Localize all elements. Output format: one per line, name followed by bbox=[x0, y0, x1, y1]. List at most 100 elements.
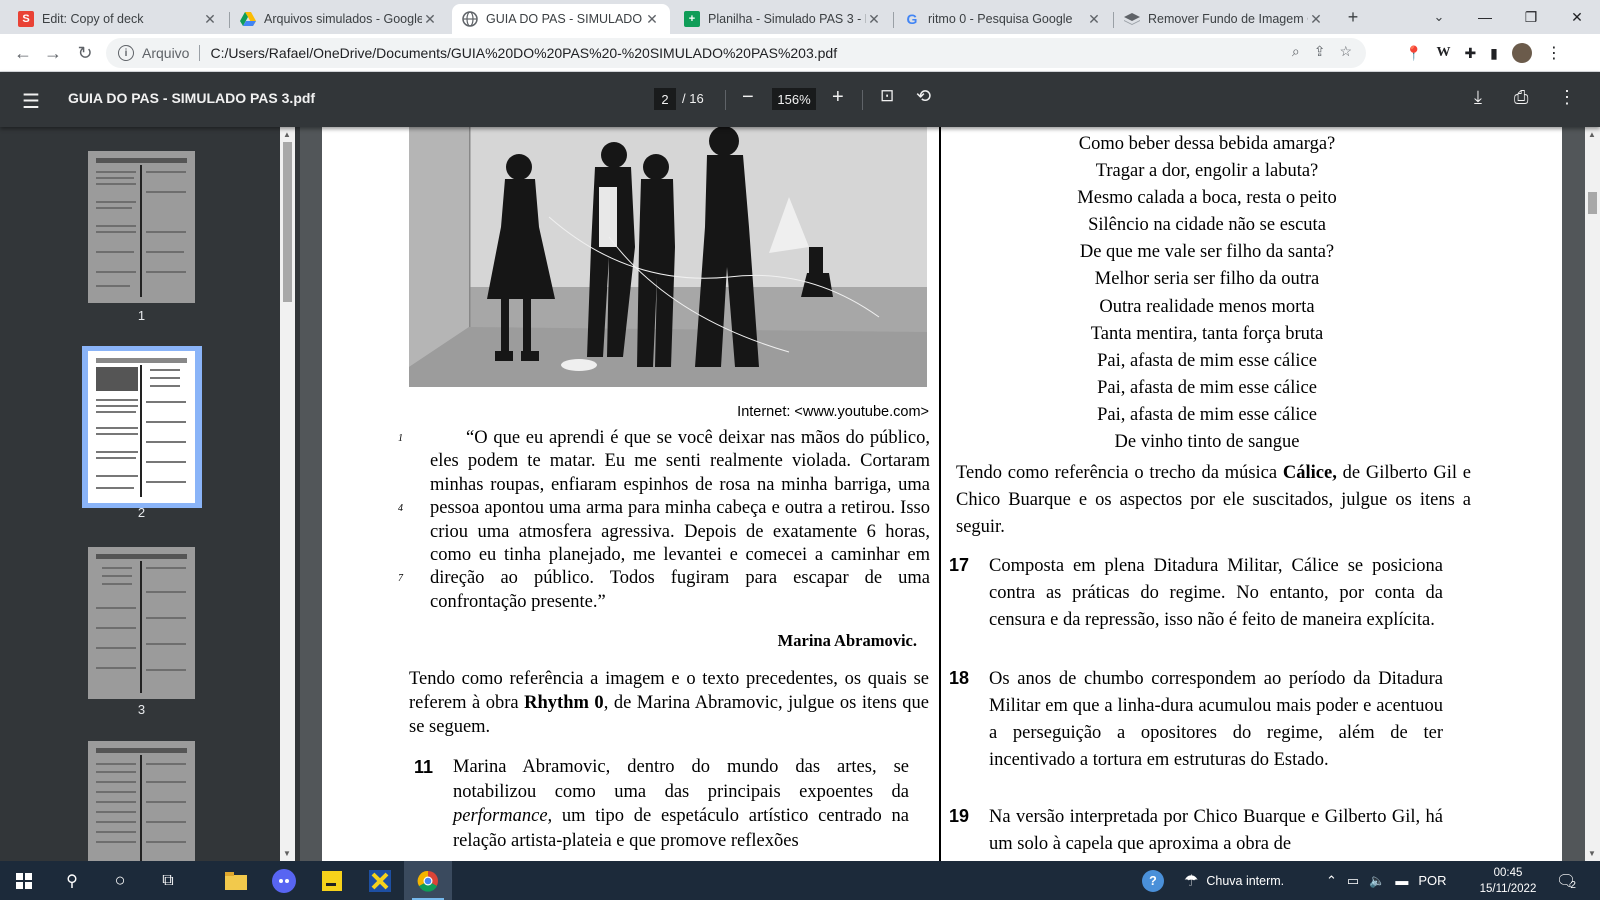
scroll-down-arrow-icon[interactable]: ▼ bbox=[283, 849, 291, 858]
window-close-button[interactable]: ✕ bbox=[1554, 0, 1600, 34]
sticky-notes-icon[interactable] bbox=[308, 861, 356, 900]
close-icon[interactable]: ✕ bbox=[866, 11, 882, 28]
more-options-icon[interactable]: ⋮ bbox=[1558, 87, 1576, 108]
close-icon[interactable]: ✕ bbox=[1086, 11, 1102, 28]
side-panel-icon[interactable]: ▮ bbox=[1490, 45, 1498, 62]
thumbnail-divider bbox=[140, 365, 142, 497]
pdf-toolbar: ☰ GUIA DO PAS - SIMULADO PAS 3.pdf 2 / 1… bbox=[0, 72, 1600, 127]
tab-google-search[interactable]: G ritmo 0 - Pesquisa Google ✕ bbox=[894, 4, 1112, 34]
chrome-taskbar-icon[interactable] bbox=[404, 861, 452, 900]
share-icon[interactable]: ⇪ bbox=[1314, 43, 1326, 60]
page-thumbnail-3[interactable] bbox=[88, 547, 195, 699]
lyric-line: Pai, afasta de mim esse cálice bbox=[1097, 377, 1317, 398]
discord-icon[interactable] bbox=[260, 861, 308, 900]
page-thumbnail-1[interactable] bbox=[88, 151, 195, 303]
url-text[interactable]: C:/Users/Rafael/OneDrive/Documents/GUIA%… bbox=[210, 45, 837, 61]
wikipedia-extension-icon[interactable]: W bbox=[1436, 45, 1450, 61]
thumbnail-header bbox=[96, 748, 187, 753]
thumbnail-label: 2 bbox=[137, 505, 146, 520]
hamburger-menu-icon[interactable]: ☰ bbox=[22, 89, 40, 114]
document-scroll-thumb[interactable] bbox=[1588, 192, 1597, 214]
document-title: GUIA DO PAS - SIMULADO PAS 3.pdf bbox=[68, 90, 316, 106]
extensions-puzzle-icon[interactable]: ✚ bbox=[1464, 45, 1476, 62]
bank-app-icon[interactable] bbox=[356, 861, 404, 900]
download-icon[interactable]: ⤓ bbox=[1474, 87, 1482, 108]
page-number-input[interactable]: 2 bbox=[654, 88, 676, 110]
tab-slides[interactable]: S Edit: Copy of deck ✕ bbox=[8, 4, 228, 34]
thumbnail-label: 3 bbox=[137, 702, 146, 717]
sidebar-scrollbar[interactable]: ▲ ▼ bbox=[280, 127, 295, 861]
chrome-menu-icon[interactable]: ⋮ bbox=[1546, 43, 1562, 63]
scroll-up-arrow-icon[interactable]: ▲ bbox=[283, 130, 291, 139]
omnibox-divider bbox=[199, 45, 201, 61]
lyric-line: Silêncio na cidade não se escuta bbox=[1088, 215, 1326, 236]
close-icon[interactable]: ✕ bbox=[1308, 11, 1324, 28]
volume-icon[interactable]: 🔈 bbox=[1369, 873, 1385, 889]
tab-removebg[interactable]: Remover Fundo de Imagem C ✕ bbox=[1114, 4, 1334, 34]
tab-search-button[interactable]: ⌄ bbox=[1426, 4, 1452, 30]
item-number: 17 bbox=[949, 555, 970, 575]
reload-button[interactable]: ↻ bbox=[72, 41, 98, 65]
extension-pin-icon[interactable]: 📍 bbox=[1405, 45, 1422, 62]
zoom-icon[interactable]: ⌕ bbox=[1292, 43, 1300, 60]
search-icon[interactable]: ⚲ bbox=[48, 861, 96, 900]
task-view-icon[interactable]: ⧉ bbox=[144, 861, 192, 900]
close-icon[interactable]: ✕ bbox=[202, 11, 218, 28]
windows-start-icon[interactable] bbox=[0, 861, 48, 900]
removebg-icon bbox=[1124, 11, 1140, 27]
tab-planilha[interactable]: + Planilha - Simulado PAS 3 - P ✕ bbox=[674, 4, 892, 34]
tab-title: ritmo 0 - Pesquisa Google bbox=[928, 12, 1073, 26]
tab-drive[interactable]: Arquivos simulados - Google ✕ bbox=[230, 4, 448, 34]
weather-text[interactable]: Chuva interm. bbox=[1206, 874, 1284, 888]
fit-page-icon[interactable]: ⊡ bbox=[880, 86, 894, 106]
new-tab-button[interactable]: + bbox=[1340, 4, 1366, 30]
item-italic-term: performance, bbox=[453, 806, 553, 826]
zoom-out-button[interactable]: − bbox=[742, 86, 754, 109]
globe-icon bbox=[462, 11, 478, 27]
page-total: / 16 bbox=[682, 91, 704, 106]
weather-rain-icon[interactable]: ☂ bbox=[1184, 871, 1198, 891]
language-indicator[interactable]: POR bbox=[1418, 873, 1446, 888]
tab-guia-pas[interactable]: GUIA DO PAS - SIMULADO PA ✕ bbox=[452, 4, 670, 34]
address-bar[interactable]: i Arquivo C:/Users/Rafael/OneDrive/Docum… bbox=[106, 38, 1366, 68]
close-icon[interactable]: ✕ bbox=[644, 11, 660, 28]
toolbar-divider bbox=[725, 90, 726, 110]
minimize-button[interactable]: — bbox=[1462, 0, 1508, 34]
system-clock[interactable]: 00:45 15/11/2022 bbox=[1476, 865, 1540, 897]
quote-author: Marina Abramovic. bbox=[777, 631, 917, 650]
restore-button[interactable]: ❐ bbox=[1508, 0, 1554, 34]
slides-icon: S bbox=[18, 11, 34, 27]
rotate-icon[interactable]: ⟲ bbox=[916, 86, 931, 107]
back-button[interactable]: ← bbox=[10, 41, 36, 65]
tab-title: GUIA DO PAS - SIMULADO PA bbox=[486, 12, 644, 26]
google-icon: G bbox=[906, 11, 918, 27]
help-icon[interactable]: ? bbox=[1142, 869, 1164, 892]
lyric-line: De que me vale ser filho da santa? bbox=[1079, 242, 1335, 263]
profile-avatar[interactable] bbox=[1511, 43, 1532, 63]
right-context-paragraph: Tendo como referência o trecho da música… bbox=[956, 460, 1471, 541]
forward-button[interactable]: → bbox=[40, 41, 66, 65]
battery-icon[interactable]: ▬ bbox=[1395, 873, 1408, 888]
thumbnail-divider bbox=[140, 561, 142, 693]
lyric-line: Pai, afasta de mim esse cálice bbox=[1097, 404, 1317, 425]
zoom-input[interactable]: 156% bbox=[772, 88, 816, 110]
scroll-down-arrow-icon[interactable]: ▼ bbox=[1588, 849, 1596, 858]
item-number: 18 bbox=[949, 668, 970, 688]
page-thumbnail-2[interactable] bbox=[88, 351, 195, 503]
lyric-line: Outra realidade menos morta bbox=[1099, 296, 1315, 317]
bookmark-star-icon[interactable]: ☆ bbox=[1339, 43, 1352, 60]
line-number: 7 bbox=[398, 573, 403, 584]
file-explorer-icon[interactable] bbox=[212, 861, 260, 900]
tray-expand-icon[interactable]: ⌃ bbox=[1326, 873, 1337, 889]
sidebar-scroll-thumb[interactable] bbox=[283, 142, 292, 302]
cortana-icon[interactable]: ○ bbox=[96, 861, 144, 900]
work-title: Rhythm 0 bbox=[524, 693, 604, 713]
network-icon[interactable]: ▭ bbox=[1347, 873, 1359, 889]
document-scrollbar[interactable]: ▲ ▼ bbox=[1585, 127, 1600, 861]
scroll-up-arrow-icon[interactable]: ▲ bbox=[1588, 130, 1596, 139]
close-icon[interactable]: ✕ bbox=[422, 11, 438, 28]
print-icon[interactable]: ⎙ bbox=[1514, 87, 1528, 108]
left-context-paragraph: Tendo como referência a imagem e o texto… bbox=[409, 667, 929, 739]
zoom-in-button[interactable]: + bbox=[832, 86, 844, 109]
info-icon[interactable]: i bbox=[118, 45, 134, 61]
